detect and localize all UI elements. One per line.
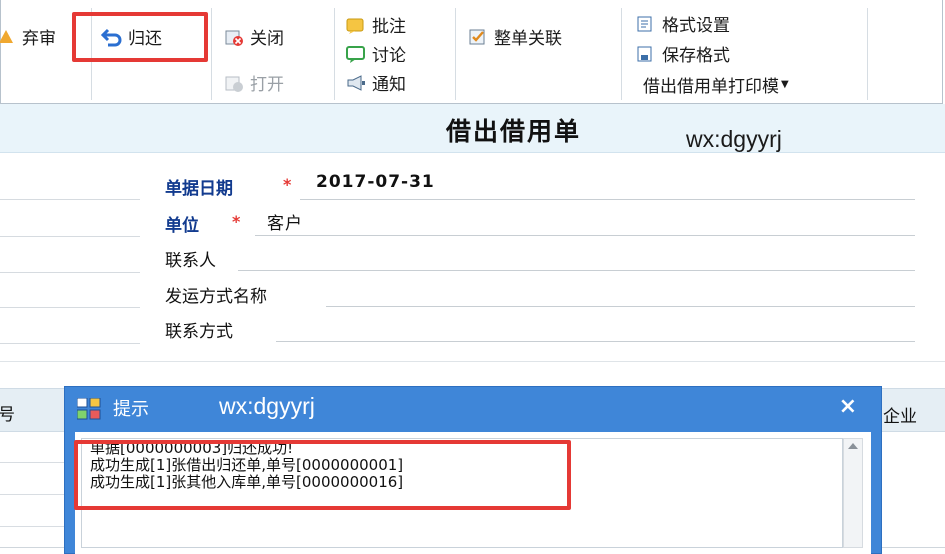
format-settings-button[interactable]: 格式设置 — [635, 11, 730, 36]
shipping-method-label: 发运方式名称 — [165, 287, 267, 307]
annotate-label: 批注 — [372, 17, 406, 37]
dialog-title-bar[interactable]: 提示 wx:dgyyrj × — [65, 387, 881, 431]
message-scrollbar[interactable] — [843, 438, 863, 548]
close-doc-button[interactable]: 关闭 — [223, 24, 284, 49]
dialog-title: 提示 — [113, 399, 149, 420]
annotate-icon — [345, 15, 367, 35]
message-highlight — [74, 440, 571, 510]
link-document-button[interactable]: 整单关联 — [467, 24, 562, 49]
format-settings-icon — [635, 14, 657, 34]
close-icon[interactable]: × — [839, 394, 857, 419]
abandon-approval-button[interactable]: 弃审 — [0, 24, 56, 49]
unit-value[interactable]: 客户 — [267, 209, 303, 234]
dialog-app-icon — [76, 397, 101, 420]
form-title: 借出借用单 — [446, 117, 582, 146]
save-format-icon — [635, 44, 657, 64]
contact-person-label: 联系人 — [165, 251, 216, 271]
abandon-icon — [0, 27, 17, 47]
open-doc-icon — [223, 73, 245, 93]
grid-header-right: 企业 — [883, 407, 917, 427]
save-format-label: 保存格式 — [662, 46, 730, 66]
close-doc-label: 关闭 — [250, 29, 284, 49]
dialog-watermark-text: wx:dgyyrj — [219, 393, 315, 419]
notify-button[interactable]: 通知 — [345, 70, 406, 95]
format-settings-label: 格式设置 — [662, 16, 730, 36]
grid-header-left: 号 — [0, 405, 15, 425]
notify-label: 通知 — [372, 75, 406, 95]
required-marker: * — [232, 212, 241, 231]
print-template-dropdown[interactable]: 借出借用单打印模 ▼ — [643, 72, 789, 97]
open-doc-label: 打开 — [250, 75, 284, 95]
return-button-highlight — [72, 12, 208, 62]
scroll-up-icon[interactable] — [848, 443, 858, 449]
chevron-down-icon: ▼ — [781, 79, 789, 90]
close-doc-icon — [223, 27, 245, 47]
open-doc-button[interactable]: 打开 — [223, 70, 284, 95]
unit-label: 单位 — [165, 216, 199, 236]
discuss-label: 讨论 — [372, 46, 406, 66]
print-template-label: 借出借用单打印模 — [643, 77, 779, 97]
save-format-button[interactable]: 保存格式 — [635, 41, 730, 66]
document-date-value[interactable]: 2017-07-31 — [316, 172, 435, 192]
megaphone-icon — [345, 73, 367, 93]
discuss-icon — [345, 44, 367, 64]
document-date-label: 单据日期 — [165, 179, 233, 199]
contact-method-label: 联系方式 — [165, 322, 233, 342]
abandon-label: 弃审 — [22, 29, 56, 49]
link-document-label: 整单关联 — [494, 29, 562, 49]
watermark-text: wx:dgyyrj — [686, 126, 782, 152]
annotate-button[interactable]: 批注 — [345, 12, 406, 37]
required-marker: * — [283, 175, 292, 194]
link-document-icon — [467, 27, 489, 47]
discuss-button[interactable]: 讨论 — [345, 41, 406, 66]
